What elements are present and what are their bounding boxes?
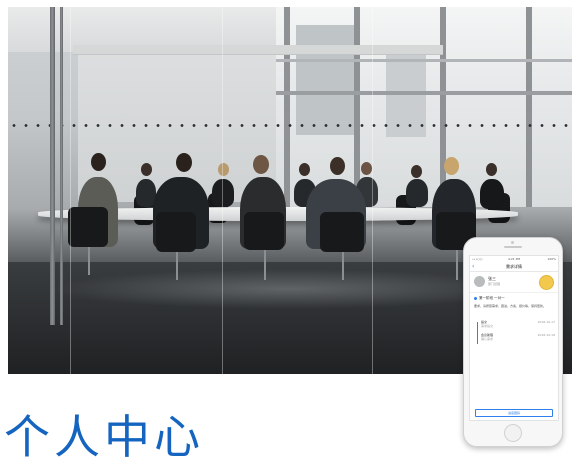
description-text: 要求，请按照需求，跟进，方案，报价等，保持更新。 — [474, 304, 547, 308]
glass-seam — [372, 7, 373, 374]
timeline-item: 会议助理 2018-10-18 确认需求 — [481, 333, 555, 341]
phone-speaker — [504, 246, 522, 248]
section-title-text: 第一阶段 一对一 — [479, 296, 505, 300]
person-head — [141, 163, 152, 176]
bullet-icon — [474, 296, 477, 300]
glass-door-handle — [50, 7, 55, 325]
person-head — [486, 163, 497, 176]
chair-base — [264, 250, 266, 280]
timeline-date: 2018-10-18 — [537, 333, 555, 337]
person-head — [91, 153, 106, 171]
person-head — [176, 153, 192, 172]
person — [406, 179, 428, 207]
person-head — [253, 155, 269, 174]
person-head — [330, 157, 345, 175]
person-head — [299, 163, 310, 176]
page-heading: 个人中心 — [4, 410, 204, 464]
profile-subtitle: 部门经理 — [488, 282, 501, 286]
chair — [68, 207, 108, 247]
phone-nav-title: 需求详情 — [506, 264, 522, 269]
timeline-sub: 需求提交 — [481, 324, 494, 328]
glass-dot-band — [8, 124, 572, 127]
person — [212, 179, 234, 207]
timeline-item: 提交 2018-10-17 需求提交 — [481, 320, 555, 328]
medal-icon — [539, 275, 554, 290]
progress-button[interactable]: 进度跟踪 — [475, 409, 553, 417]
window-mullion — [440, 7, 446, 207]
ceiling-beam — [73, 45, 443, 55]
window-transom — [276, 59, 572, 62]
person-head — [361, 162, 372, 175]
distant-building — [296, 25, 356, 135]
person-head — [444, 157, 459, 175]
back-chevron-icon[interactable]: ‹ — [472, 262, 474, 271]
chair-base — [456, 250, 458, 280]
profile-card: 张三 部门经理 — [470, 272, 558, 293]
timeline-date: 2018-10-17 — [537, 320, 555, 324]
chair — [244, 212, 284, 250]
phone-screen: •••○○ 4:21 PM 100% ‹ 需求详情 张三 部门经理 第一阶段 一… — [469, 255, 559, 421]
chair — [320, 212, 364, 252]
avatar — [474, 276, 485, 287]
glass-seam — [222, 7, 223, 374]
phone-camera — [511, 241, 514, 244]
window-transom — [276, 91, 572, 95]
chair-base — [88, 247, 90, 275]
window-mullion — [284, 7, 290, 207]
window-mullion — [354, 7, 360, 207]
phone-nav-bar: ‹ 需求详情 — [470, 262, 558, 272]
phone-mockup: •••○○ 4:21 PM 100% ‹ 需求详情 张三 部门经理 第一阶段 一… — [463, 237, 563, 447]
home-button[interactable] — [504, 424, 522, 442]
window-mullion — [526, 7, 532, 207]
progress-timeline: 提交 2018-10-17 需求提交 会议助理 2018-10-18 确认需求 — [476, 320, 555, 346]
person — [480, 179, 504, 209]
window-wall — [276, 7, 572, 207]
section-title: 第一阶段 一对一 — [474, 296, 505, 301]
chair-base — [176, 252, 178, 280]
chair-base — [342, 252, 344, 280]
timeline-line — [477, 322, 478, 344]
person-head — [218, 163, 229, 176]
timeline-sub: 确认需求 — [481, 337, 494, 341]
chair — [156, 212, 196, 252]
glass-door-handle — [60, 7, 63, 325]
glass-seam — [70, 7, 71, 374]
person-head — [411, 165, 422, 178]
